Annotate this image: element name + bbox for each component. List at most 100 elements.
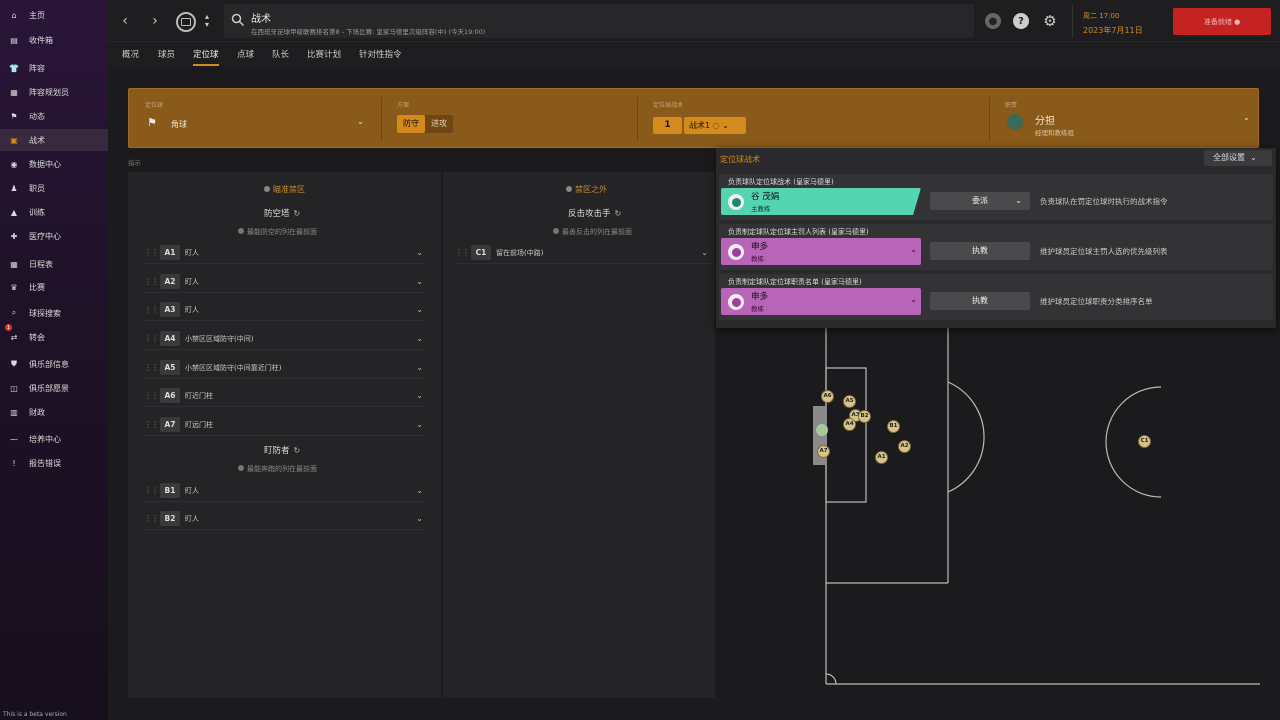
settings-gear-icon[interactable]: ⚙ <box>1042 12 1058 30</box>
position-slot[interactable]: ⋮⋮ A5 小禁区区域防守(中间靠近门柱) ⌄ <box>144 357 427 379</box>
all-settings-button[interactable]: 全部设置 ⌄ <box>1204 150 1272 166</box>
position-slot[interactable]: ⋮⋮ A7 盯远门柱 ⌄ <box>144 414 427 436</box>
tab-1[interactable]: 球员 <box>158 48 175 66</box>
chevron-down-icon[interactable]: ⌄ <box>416 486 423 495</box>
tab-2[interactable]: 定位球 <box>193 48 219 66</box>
medical-icon: ✚ <box>10 231 18 241</box>
club-switch-icon[interactable]: ▴ ▾ <box>200 13 214 29</box>
sidebar-item-tactics[interactable]: ▣ 战术 <box>0 129 108 151</box>
position-slot[interactable]: ⋮⋮ A3 盯人 ⌄ <box>144 299 427 321</box>
chevron-down-icon[interactable]: ⌄ <box>416 277 423 286</box>
sidebar-item-trophy[interactable]: ♛ 比赛 <box>0 276 108 298</box>
chevron-down-icon[interactable]: ⌄ <box>357 117 364 126</box>
defend-toggle[interactable]: 防守 <box>397 115 425 133</box>
tab-3[interactable]: 点球 <box>237 48 254 66</box>
drag-handle-icon[interactable]: ⋮⋮ <box>144 305 159 314</box>
tab-4[interactable]: 队长 <box>272 48 289 66</box>
calendar-icon: ▦ <box>10 259 18 269</box>
player-marker[interactable]: A2 <box>898 440 911 453</box>
sidebar-item-data[interactable]: ◉ 数据中心 <box>0 153 108 175</box>
drag-handle-icon[interactable]: ⋮⋮ <box>144 514 159 523</box>
duty-card: 负责制定球队定位球主罚人列表 (皇家马德里) 申多 教练 ⌄ 执教 维护球员定位球主罚人选… <box>719 224 1273 270</box>
player-marker[interactable]: A1 <box>875 451 888 464</box>
setpiece-select[interactable]: 角球 <box>171 119 187 130</box>
forward-button[interactable]: › <box>148 13 162 29</box>
position-slot[interactable]: ⋮⋮ A2 盯人 ⌄ <box>144 271 427 293</box>
chevron-down-icon[interactable]: ⌄ <box>910 245 917 254</box>
staff-selector[interactable]: 申多 教练 ⌄ <box>721 288 921 315</box>
refresh-icon[interactable]: ↻ <box>615 209 622 218</box>
sidebar-item-shield[interactable]: ⛊ 俱乐部信息 <box>0 353 108 375</box>
position-slot[interactable]: ⋮⋮ B2 盯人 ⌄ <box>144 508 427 530</box>
drag-handle-icon[interactable]: ⋮⋮ <box>144 334 159 343</box>
sidebar-item-medical[interactable]: ✚ 医疗中心 <box>0 225 108 247</box>
position-slot[interactable]: ⋮⋮ A1 盯人 ⌄ <box>144 242 427 264</box>
sidebar-item-dynamics[interactable]: ⚑ 动态 <box>0 105 108 127</box>
sidebar-item-vision[interactable]: ◫ 俱乐部愿景 <box>0 377 108 399</box>
drag-handle-icon[interactable]: ⋮⋮ <box>144 277 159 286</box>
sidebar-item-transfer[interactable]: ⇄ 转会 1 <box>0 324 108 348</box>
position-code: A4 <box>160 331 180 346</box>
tactic-name: 战术1 <box>689 121 711 130</box>
attack-toggle[interactable]: 进攻 <box>425 115 453 133</box>
chevron-down-icon[interactable]: ⌄ <box>416 305 423 314</box>
slot-instruction: 盯人 <box>185 514 199 523</box>
position-slot[interactable]: ⋮⋮ C1 留在前场(中路) ⌄ <box>455 242 712 264</box>
duty-action-button[interactable]: 执教 <box>930 242 1030 260</box>
player-marker[interactable]: C1 <box>1138 435 1151 448</box>
tab-6[interactable]: 针对性指令 <box>359 48 402 66</box>
refresh-icon[interactable]: ↻ <box>294 209 301 218</box>
duty-action-button[interactable]: 委派 ⌄ <box>930 192 1030 210</box>
drag-handle-icon[interactable]: ⋮⋮ <box>144 486 159 495</box>
sidebar-item-inbox[interactable]: ▤ 收件箱 <box>0 29 108 51</box>
chevron-down-icon[interactable]: ⌄ <box>1243 113 1250 122</box>
drag-handle-icon[interactable]: ⋮⋮ <box>144 363 159 372</box>
drag-handle-icon[interactable]: ⋮⋮ <box>455 248 470 257</box>
back-button[interactable]: ‹ <box>118 13 132 29</box>
drag-handle-icon[interactable]: ⋮⋮ <box>144 248 159 257</box>
duty-action-button[interactable]: 执教 <box>930 292 1030 310</box>
position-slot[interactable]: ⋮⋮ B1 盯人 ⌄ <box>144 480 427 502</box>
chevron-down-icon[interactable]: ⌄ <box>416 248 423 257</box>
sidebar-item-development[interactable]: ⁓ 培养中心 <box>0 428 108 450</box>
tab-0[interactable]: 概况 <box>122 48 139 66</box>
drag-handle-icon[interactable]: ⋮⋮ <box>144 391 159 400</box>
tab-5[interactable]: 比赛计划 <box>307 48 341 66</box>
chevron-down-icon[interactable]: ⌄ <box>910 295 917 304</box>
player-marker[interactable]: B2 <box>858 410 871 423</box>
staff-selector[interactable]: 申多 教练 ⌄ <box>721 238 921 265</box>
position-slot[interactable]: ⋮⋮ A6 盯近门柱 ⌄ <box>144 385 427 407</box>
chevron-down-icon[interactable]: ⌄ <box>416 391 423 400</box>
continue-button[interactable]: 准备就绪 ● <box>1173 8 1271 35</box>
sidebar-item-scout[interactable]: ⌕ 球探搜索 <box>0 302 108 324</box>
player-marker[interactable]: A4 <box>843 418 856 431</box>
player-marker[interactable]: A6 <box>821 390 834 403</box>
duty-value[interactable]: 分担 <box>1035 112 1055 127</box>
sidebar-item-shirt[interactable]: 👕 阵容 <box>0 57 108 79</box>
position-slot[interactable]: ⋮⋮ A4 小禁区区域防守(中间) ⌄ <box>144 328 427 350</box>
date-display[interactable]: 周二 17:00 2023年7月11日 <box>1072 4 1162 38</box>
chevron-down-icon[interactable]: ⌄ <box>701 248 708 257</box>
sidebar-item-planner[interactable]: ▦ 阵容规划员 <box>0 81 108 103</box>
sidebar-item-training[interactable]: ▲ 训练 <box>0 201 108 223</box>
sidebar-item-staff[interactable]: ♟ 职员 <box>0 177 108 199</box>
tactic-select[interactable]: 战术1 ◌ ⌄ <box>684 117 746 134</box>
chevron-down-icon[interactable]: ⌄ <box>416 514 423 523</box>
sidebar-item-home[interactable]: ⌂ 主页 <box>0 4 108 26</box>
player-marker[interactable]: B1 <box>887 420 900 433</box>
chevron-down-icon[interactable]: ⌄ <box>416 363 423 372</box>
search-bar[interactable]: 战术 在西班牙足球甲级联赛排名第8 - 下场比赛: 皇家马德里次级阵容(中) (… <box>224 4 974 38</box>
help-icon[interactable]: ? <box>1013 13 1029 29</box>
sidebar-item-calendar[interactable]: ▦ 日程表 <box>0 253 108 275</box>
sidebar-item-finance[interactable]: ▥ 财政 <box>0 401 108 423</box>
world-icon[interactable]: ● <box>985 13 1001 29</box>
staff-selector[interactable]: 谷 茂娟 主教练 <box>721 188 921 215</box>
player-marker[interactable]: A7 <box>817 445 830 458</box>
club-badge-icon[interactable] <box>176 12 196 32</box>
refresh-icon[interactable]: ↻ <box>294 446 301 455</box>
sidebar-item-alert[interactable]: ! 报告错误 <box>0 452 108 474</box>
chevron-down-icon[interactable]: ⌄ <box>416 334 423 343</box>
player-marker[interactable]: A5 <box>843 395 856 408</box>
chevron-down-icon[interactable]: ⌄ <box>416 420 423 429</box>
drag-handle-icon[interactable]: ⋮⋮ <box>144 420 159 429</box>
